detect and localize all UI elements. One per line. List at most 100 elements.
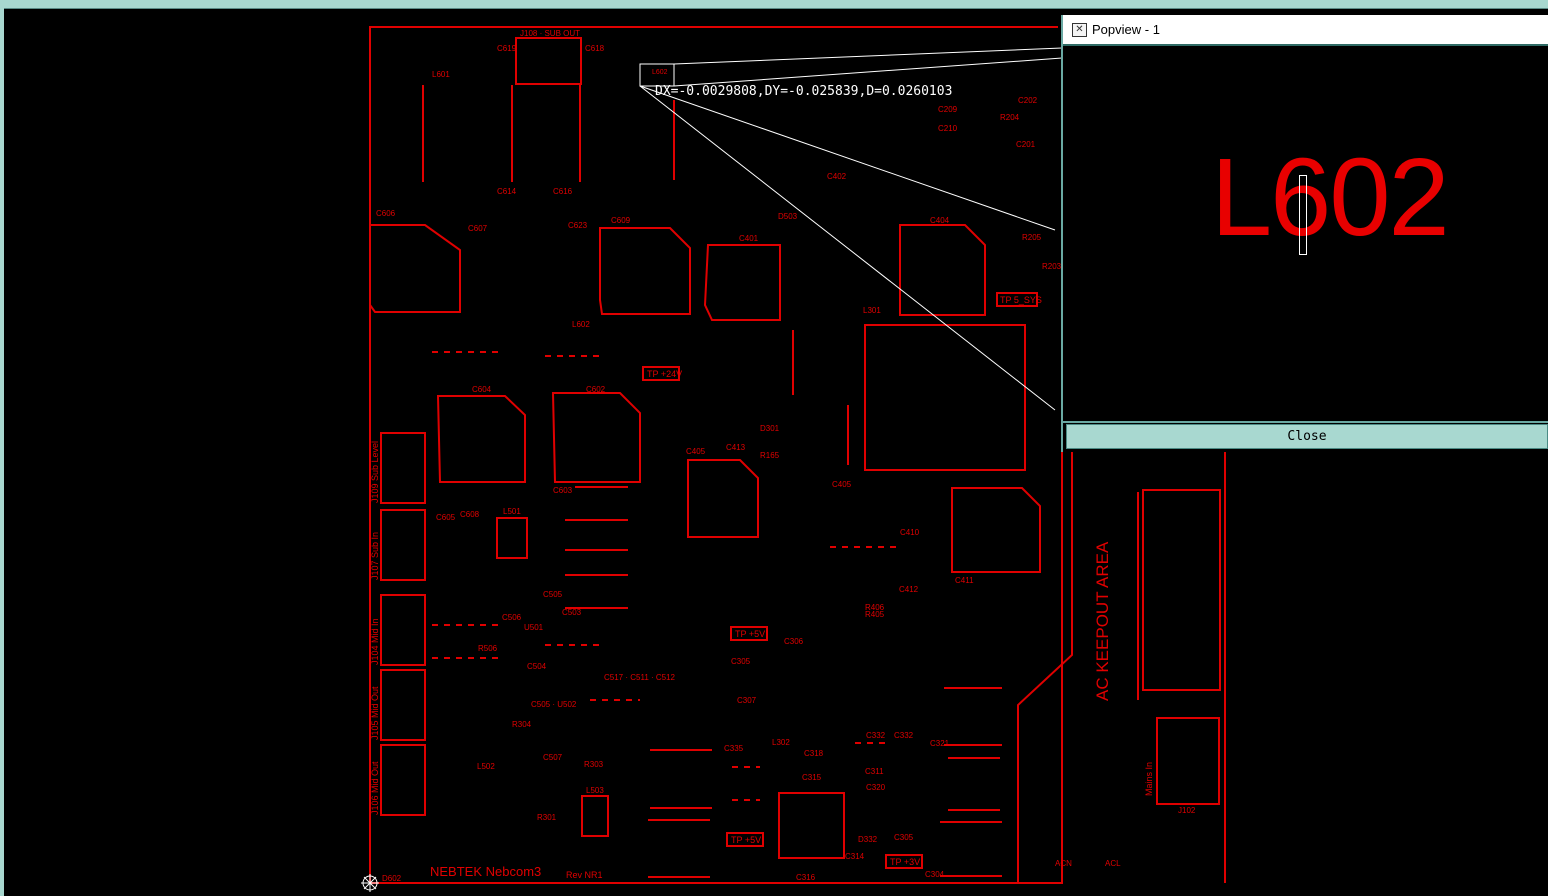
svg-text:C202: C202	[1018, 96, 1038, 105]
svg-text:D503: D503	[778, 212, 798, 221]
connector-j109	[380, 432, 426, 504]
svg-text:L602: L602	[572, 320, 590, 329]
popview-canvas[interactable]: L602	[1063, 46, 1548, 423]
window-icon: ✕	[1072, 23, 1087, 37]
svg-text:C318: C318	[804, 749, 824, 758]
svg-text:R405: R405	[865, 610, 885, 619]
svg-text:J108 · SUB OUT: J108 · SUB OUT	[520, 29, 580, 38]
svg-text:J109 Sub Level: J109 Sub Level	[370, 441, 380, 503]
svg-text:L302: L302	[772, 738, 790, 747]
svg-text:R204: R204	[1000, 113, 1020, 122]
svg-text:R165: R165	[760, 451, 780, 460]
svg-text:C623: C623	[568, 221, 588, 230]
svg-text:J105 Mid Out: J105 Mid Out	[370, 686, 380, 740]
svg-text:C410: C410	[900, 528, 920, 537]
svg-text:TP +5V: TP +5V	[735, 629, 765, 639]
svg-text:D301: D301	[760, 424, 780, 433]
svg-text:L502: L502	[477, 762, 495, 771]
svg-text:C304: C304	[925, 870, 945, 879]
svg-text:R304: R304	[512, 720, 532, 729]
svg-text:C609: C609	[611, 216, 631, 225]
svg-text:C401: C401	[739, 234, 759, 243]
svg-text:C412: C412	[899, 585, 919, 594]
board-outline	[369, 26, 1058, 883]
svg-text:C503: C503	[562, 608, 582, 617]
svg-text:C201: C201	[1016, 140, 1036, 149]
zoomed-refdes: L602	[1211, 136, 1450, 259]
svg-text:C618: C618	[585, 44, 605, 53]
svg-text:C307: C307	[737, 696, 757, 705]
connector-j104	[380, 594, 426, 666]
svg-text:D602: D602	[382, 874, 402, 883]
svg-text:J106 Mid Out: J106 Mid Out	[370, 761, 380, 815]
measure-readout: DX=-0.0029808,DY=-0.025839,D=0.0260103	[655, 84, 953, 99]
svg-text:TP +24V: TP +24V	[647, 369, 682, 379]
svg-text:C305: C305	[894, 833, 914, 842]
svg-text:C606: C606	[376, 209, 396, 218]
svg-text:L601: L601	[432, 70, 450, 79]
svg-text:C210: C210	[938, 124, 958, 133]
svg-text:C602: C602	[586, 385, 606, 394]
svg-text:R203: R203	[1042, 262, 1062, 271]
svg-text:L501: L501	[503, 507, 521, 516]
svg-text:ACN: ACN	[1055, 859, 1072, 868]
svg-text:TP 5_SYS: TP 5_SYS	[1000, 295, 1042, 305]
svg-text:C605: C605	[436, 513, 456, 522]
svg-text:C507: C507	[543, 753, 563, 762]
svg-text:J104 Mid In: J104 Mid In	[370, 618, 380, 665]
keepout-boundary	[1017, 452, 1073, 883]
svg-text:C504: C504	[527, 662, 547, 671]
keepout-label: AC KEEPOUT AREA	[1093, 541, 1112, 701]
svg-text:C321: C321	[930, 739, 950, 748]
svg-text:C209: C209	[938, 105, 958, 114]
popview-titlebar[interactable]: ✕ Popview - 1	[1063, 15, 1548, 46]
connector-j105	[380, 669, 426, 741]
svg-text:C405: C405	[686, 447, 706, 456]
svg-text:C305: C305	[731, 657, 751, 666]
svg-text:TP +5V: TP +5V	[731, 835, 761, 845]
svg-text:C311: C311	[865, 767, 884, 776]
svg-text:ACL: ACL	[1105, 859, 1121, 868]
svg-text:C320: C320	[866, 783, 886, 792]
svg-text:C335: C335	[724, 744, 744, 753]
svg-text:C332: C332	[866, 731, 886, 740]
svg-text:C314: C314	[845, 852, 865, 861]
svg-text:R205: R205	[1022, 233, 1042, 242]
zoom-cursor-marker	[1299, 175, 1307, 255]
popview-title: Popview - 1	[1092, 22, 1160, 37]
svg-text:R301: R301	[537, 813, 557, 822]
svg-text:C604: C604	[472, 385, 492, 394]
svg-text:C306: C306	[784, 637, 804, 646]
svg-text:C413: C413	[726, 443, 746, 452]
close-button[interactable]: Close	[1066, 424, 1548, 449]
svg-text:C616: C616	[553, 187, 573, 196]
svg-text:U501: U501	[524, 623, 544, 632]
svg-text:C506: C506	[502, 613, 522, 622]
svg-text:TP +3V: TP +3V	[890, 857, 920, 867]
svg-text:J102: J102	[1178, 806, 1196, 815]
svg-text:L301: L301	[863, 306, 881, 315]
connector-j106	[380, 744, 426, 816]
svg-text:R303: R303	[584, 760, 604, 769]
connector-j107	[380, 509, 426, 581]
svg-text:C505 · U502: C505 · U502	[531, 700, 577, 709]
popview-window[interactable]: ✕ Popview - 1 L602 Close	[1061, 15, 1548, 452]
svg-text:C332: C332	[894, 731, 914, 740]
pcb-viewer[interactable]: J108 · SUB OUT C619 C618 L601 C614 C616 C6…	[0, 0, 1548, 896]
svg-text:C614: C614	[497, 187, 517, 196]
svg-text:Mains In: Mains In	[1144, 762, 1154, 796]
svg-text:L503: L503	[586, 786, 604, 795]
svg-text:C315: C315	[802, 773, 822, 782]
svg-text:C619: C619	[497, 44, 517, 53]
board-name: NEBTEK Nebcom3	[430, 864, 542, 879]
crosshair-icon	[361, 874, 379, 892]
svg-text:C404: C404	[930, 216, 950, 225]
svg-text:C505: C505	[543, 590, 563, 599]
svg-text:C316: C316	[796, 873, 816, 882]
selected-refdes: L602	[652, 69, 668, 76]
svg-text:R506: R506	[478, 644, 498, 653]
svg-text:J107 Sub In: J107 Sub In	[370, 532, 380, 580]
svg-text:C402: C402	[827, 172, 847, 181]
svg-text:C405: C405	[832, 480, 852, 489]
svg-text:C603: C603	[553, 486, 573, 495]
